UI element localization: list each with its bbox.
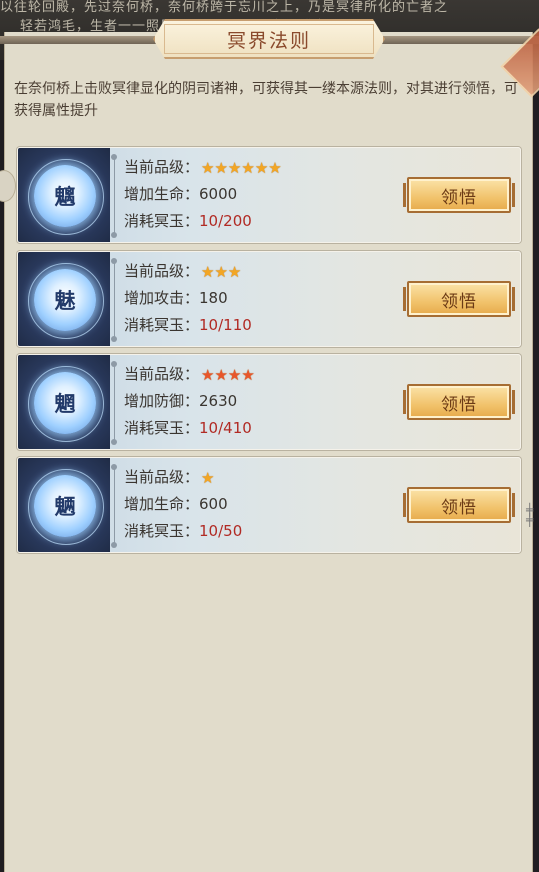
stat-label: 增加生命： — [124, 185, 200, 203]
grade-row: 当前品级： ★★★★★★ — [124, 156, 282, 177]
cost-row: 消耗冥玉：10/200 — [124, 210, 252, 231]
grade-label: 当前品级： — [124, 468, 200, 486]
cost-value: 10/50 — [199, 522, 243, 540]
divider-dot — [111, 464, 117, 470]
stat-label: 增加攻击： — [124, 289, 200, 307]
star-icon: ★ — [227, 262, 242, 281]
cost-label: 消耗冥玉： — [124, 316, 200, 334]
cost-label: 消耗冥玉： — [124, 522, 200, 540]
grade-stars: ★ — [201, 469, 214, 487]
law-glyph: 魑 — [54, 184, 76, 209]
law-card: 魍当前品级： ★★★★ 增加防御：2630 消耗冥玉：10/410 领悟 — [17, 354, 521, 450]
title-plate: 冥界法则 — [153, 19, 385, 59]
law-card: 魉当前品级： ★ 增加生命：600 消耗冥玉：10/50 领悟 — [17, 457, 521, 553]
law-card: 魅当前品级： ★★★ 增加攻击：180 消耗冥玉：10/110 领悟 — [17, 251, 521, 347]
stat-row: 增加攻击：180 — [124, 287, 228, 308]
cost-value: 10/110 — [199, 316, 252, 334]
description-text: 在奈何桥上击败冥律显化的阴司诸神，可获得其一缕本源法则，对其进行领悟，可获得属性… — [14, 81, 518, 119]
background-story-line-1: 以往轮回殿，先过奈何桥，奈何桥跨于忘川之上，乃是冥律所化的亡者之 — [0, 0, 449, 15]
grade-stars: ★★★ — [201, 263, 241, 281]
grade-label: 当前品级： — [124, 158, 200, 176]
comprehend-button[interactable]: 领悟 — [403, 487, 515, 523]
star-icon: ★ — [214, 158, 228, 177]
divider-dot — [111, 542, 117, 548]
cost-row: 消耗冥玉：10/50 — [124, 520, 242, 541]
divider-dot — [111, 439, 117, 445]
divider — [114, 363, 115, 443]
law-glyph: 魍 — [54, 391, 76, 416]
law-orb-icon: 魉 — [34, 475, 96, 537]
divider-dot — [111, 361, 117, 367]
stat-value: 600 — [199, 495, 228, 513]
cost-value: 10/410 — [199, 419, 252, 437]
grade-stars: ★★★★ — [201, 366, 255, 384]
law-orb-icon: 魑 — [34, 165, 96, 227]
divider — [114, 260, 115, 340]
comprehend-button[interactable]: 领悟 — [403, 384, 515, 420]
grade-row: 当前品级： ★ — [124, 466, 214, 487]
stat-value: 6000 — [199, 185, 238, 203]
stat-label: 增加生命： — [124, 495, 200, 513]
cost-label: 消耗冥玉： — [124, 212, 200, 230]
star-icon: ★ — [201, 468, 215, 487]
grade-row: 当前品级： ★★★ — [124, 260, 241, 281]
side-decoration-icon: ╪ ╪ — [526, 503, 534, 527]
star-icon: ★ — [268, 158, 282, 177]
cost-row: 消耗冥玉：10/110 — [124, 314, 252, 335]
grade-row: 当前品级： ★★★★ — [124, 363, 255, 384]
stat-row: 增加防御：2630 — [124, 390, 237, 411]
law-orb-icon: 魍 — [34, 372, 96, 434]
comprehend-button[interactable]: 领悟 — [403, 177, 515, 213]
star-icon: ★ — [201, 158, 215, 177]
star-icon: ★ — [227, 158, 242, 177]
star-icon: ★ — [201, 262, 215, 281]
stat-value: 2630 — [199, 392, 238, 410]
law-glyph: 魉 — [54, 494, 76, 519]
law-glyph: 魅 — [54, 288, 76, 313]
grade-label: 当前品级： — [124, 365, 200, 383]
star-icon: ★ — [241, 365, 255, 384]
star-icon: ★ — [201, 365, 215, 384]
law-card: 魑当前品级： ★★★★★★ 增加生命：6000 消耗冥玉：10/200 领悟 — [17, 147, 521, 243]
divider — [114, 466, 115, 546]
stat-label: 增加防御： — [124, 392, 200, 410]
stat-row: 增加生命：600 — [124, 493, 228, 514]
divider-dot — [111, 232, 117, 238]
cost-row: 消耗冥玉：10/410 — [124, 417, 252, 438]
comprehend-button[interactable]: 领悟 — [403, 281, 515, 317]
star-icon: ★ — [241, 158, 255, 177]
divider-dot — [111, 258, 117, 264]
divider-dot — [111, 336, 117, 342]
star-icon: ★ — [254, 158, 269, 177]
star-icon: ★ — [214, 262, 228, 281]
cost-label: 消耗冥玉： — [124, 419, 200, 437]
stat-row: 增加生命：6000 — [124, 183, 237, 204]
page-title: 冥界法则 — [226, 29, 311, 52]
star-icon: ★ — [214, 365, 228, 384]
grade-label: 当前品级： — [124, 262, 200, 280]
law-orb-icon: 魅 — [34, 269, 96, 331]
cost-value: 10/200 — [199, 212, 252, 230]
divider-dot — [111, 154, 117, 160]
grade-stars: ★★★★★★ — [201, 159, 282, 177]
divider — [114, 156, 115, 236]
star-icon: ★ — [227, 365, 242, 384]
stat-value: 180 — [199, 289, 228, 307]
